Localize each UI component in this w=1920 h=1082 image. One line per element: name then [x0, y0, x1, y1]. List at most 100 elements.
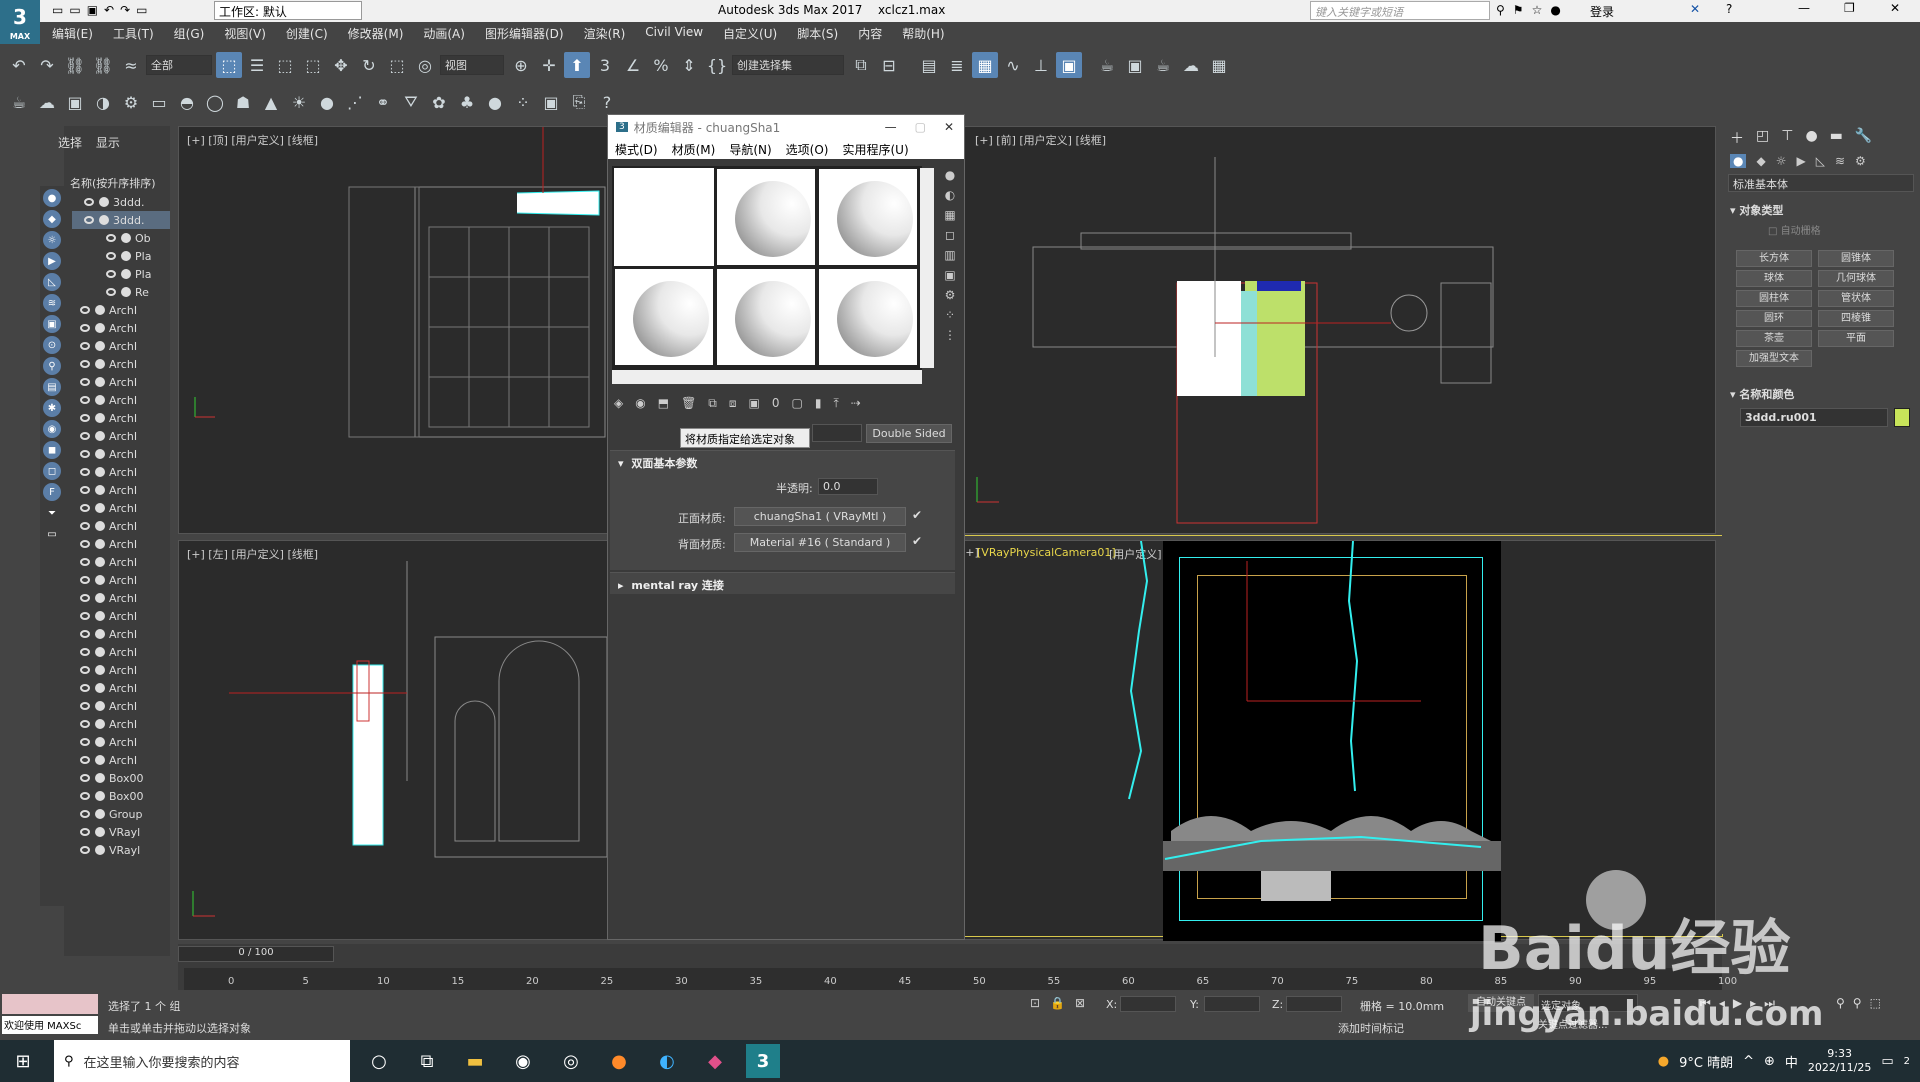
- create-text-plus-button[interactable]: 加强型文本: [1736, 350, 1812, 367]
- freeze-bulb-icon[interactable]: [95, 485, 105, 495]
- menu-civil-view[interactable]: Civil View: [635, 22, 713, 44]
- maxscript-welcome[interactable]: 欢迎使用 MAXSc: [2, 1016, 98, 1034]
- create-cylinder-button[interactable]: 圆柱体: [1736, 290, 1812, 307]
- firefox-icon[interactable]: ●: [602, 1044, 636, 1078]
- select-object-icon[interactable]: ⬚: [216, 52, 242, 78]
- file-explorer-icon[interactable]: ▬: [458, 1044, 492, 1078]
- vray-grass-icon[interactable]: ♣: [454, 89, 480, 115]
- curve-editor-icon[interactable]: ∿: [1000, 52, 1026, 78]
- freeze-bulb-icon[interactable]: [95, 791, 105, 801]
- rollout-toggle-icon[interactable]: ▾: [618, 457, 624, 470]
- lock-selection-icon[interactable]: 🔒: [1050, 996, 1065, 1010]
- sample-slot-5[interactable]: [716, 268, 816, 366]
- utilities-tab-icon[interactable]: 🔧: [1855, 128, 1872, 148]
- translucency-spinner[interactable]: 0.0: [818, 478, 878, 495]
- freeze-bulb-icon[interactable]: [121, 269, 131, 279]
- vray-sun-icon[interactable]: ☀: [286, 89, 312, 115]
- vray-frame-buffer-icon[interactable]: ▣: [62, 89, 88, 115]
- maxscript-listener-input[interactable]: [2, 994, 98, 1014]
- scene-tree-row[interactable]: ArchI: [72, 607, 170, 625]
- undo-icon[interactable]: ↶: [104, 3, 114, 17]
- rollout-double-sided-title[interactable]: 双面基本参数: [631, 457, 697, 470]
- options-icon[interactable]: ⚙: [945, 288, 956, 302]
- vray-cloud-icon[interactable]: ☁: [34, 89, 60, 115]
- scene-tree-row[interactable]: ArchI: [72, 391, 170, 409]
- menu-group[interactable]: 组(G): [164, 22, 215, 44]
- notification-icon[interactable]: ▭: [1881, 1054, 1893, 1069]
- backlight-icon[interactable]: ◐: [945, 188, 955, 202]
- sample-slot-3[interactable]: [818, 168, 918, 266]
- rollout-mental-ray-title[interactable]: mental ray 连接: [631, 579, 724, 592]
- menu-customize[interactable]: 自定义(U): [713, 22, 787, 44]
- menu-graph-editors[interactable]: 图形编辑器(D): [475, 22, 574, 44]
- create-geosphere-button[interactable]: 几何球体: [1818, 270, 1894, 287]
- display-tab-icon[interactable]: ▬: [1830, 128, 1843, 148]
- scale-icon[interactable]: ⬚: [384, 52, 410, 78]
- freeze-bulb-icon[interactable]: [95, 737, 105, 747]
- visibility-eye-icon[interactable]: [80, 648, 90, 656]
- freeze-bulb-icon[interactable]: [95, 755, 105, 765]
- move-icon[interactable]: ✥: [328, 52, 354, 78]
- menu-edit[interactable]: 编辑(E): [42, 22, 103, 44]
- display-all-icon[interactable]: ◼: [43, 441, 61, 459]
- window-crossing-icon[interactable]: ⬚: [300, 52, 326, 78]
- scene-column-header[interactable]: 名称(按升序排序): [70, 175, 170, 191]
- scene-tree-row[interactable]: VRayl: [72, 823, 170, 841]
- scene-tree-row[interactable]: Group: [72, 805, 170, 823]
- vray-spot-light-icon[interactable]: ▲: [258, 89, 284, 115]
- freeze-bulb-icon[interactable]: [95, 539, 105, 549]
- assign-material-icon[interactable]: ⬒: [658, 396, 669, 416]
- visibility-eye-icon[interactable]: [80, 504, 90, 512]
- find-icon[interactable]: ▭: [43, 525, 61, 543]
- material-editor-maximize-icon[interactable]: ▢: [915, 120, 926, 134]
- freeze-bulb-icon[interactable]: [99, 197, 109, 207]
- scene-tree-row[interactable]: Pla: [72, 265, 170, 283]
- scene-tree-row[interactable]: ArchI: [72, 733, 170, 751]
- material-editor-minimize-icon[interactable]: —: [885, 120, 897, 134]
- vray-metaball-icon[interactable]: ✿: [426, 89, 452, 115]
- spinner-snap-icon[interactable]: ⇕: [676, 52, 702, 78]
- sample-slots-hscroll[interactable]: [612, 370, 922, 384]
- freeze-bulb-icon[interactable]: [95, 701, 105, 711]
- reset-map-icon[interactable]: 🗑: [681, 396, 696, 416]
- viewport-top[interactable]: [+] [顶] [用户定义] [线框]: [178, 126, 610, 534]
- create-plane-button[interactable]: 平面: [1818, 330, 1894, 347]
- hierarchy-tab-icon[interactable]: ⊤: [1781, 128, 1793, 148]
- align-icon[interactable]: ⊟: [876, 52, 902, 78]
- open-file-icon[interactable]: ▭: [69, 3, 80, 17]
- freeze-bulb-icon[interactable]: [95, 413, 105, 423]
- maximize-icon[interactable]: ❐: [1844, 1, 1855, 15]
- select-by-material-icon[interactable]: ⁘: [945, 308, 955, 322]
- menu-create[interactable]: 创建(C): [276, 22, 338, 44]
- shapes-category-icon[interactable]: ◆: [1756, 154, 1765, 168]
- workspace-select[interactable]: 工作区: 默认: [214, 1, 362, 20]
- select-by-name-icon[interactable]: ☰: [244, 52, 270, 78]
- windows-start-icon[interactable]: ⊞: [6, 1044, 40, 1078]
- redo-icon[interactable]: ↷: [120, 3, 130, 17]
- scene-tree-row[interactable]: ArchI: [72, 481, 170, 499]
- visibility-eye-icon[interactable]: [80, 324, 90, 332]
- search-input[interactable]: 键入关键字或短语: [1310, 1, 1490, 20]
- vray-light-lister-icon[interactable]: ◑: [90, 89, 116, 115]
- create-box-button[interactable]: 长方体: [1736, 250, 1812, 267]
- scene-tree-row[interactable]: ArchI: [72, 571, 170, 589]
- display-helpers-icon[interactable]: ◺: [43, 273, 61, 291]
- vray-teapot-icon[interactable]: ☕: [6, 89, 32, 115]
- scene-tab-display[interactable]: 显示: [96, 134, 120, 151]
- vray-sphere-icon[interactable]: ●: [314, 89, 340, 115]
- scene-tree-row[interactable]: ArchI: [72, 697, 170, 715]
- freeze-bulb-icon[interactable]: [95, 629, 105, 639]
- visibility-eye-icon[interactable]: [80, 522, 90, 530]
- project-folder-icon[interactable]: ▭: [136, 3, 147, 17]
- scene-tree-row[interactable]: 3ddd.: [72, 211, 170, 229]
- scene-tree-row[interactable]: ArchI: [72, 355, 170, 373]
- freeze-bulb-icon[interactable]: [95, 593, 105, 603]
- tray-chevron-icon[interactable]: ^: [1743, 1054, 1754, 1069]
- mat-menu-utilities[interactable]: 实用程序(U): [835, 141, 915, 158]
- visibility-eye-icon[interactable]: [80, 540, 90, 548]
- vray-sphere-light-icon[interactable]: ◯: [202, 89, 228, 115]
- menu-scripting[interactable]: 脚本(S): [787, 22, 848, 44]
- display-xrefs-icon[interactable]: ⊙: [43, 336, 61, 354]
- back-material-checkbox[interactable]: ✔: [912, 534, 922, 548]
- rollout-expand-icon[interactable]: ▸: [618, 579, 624, 592]
